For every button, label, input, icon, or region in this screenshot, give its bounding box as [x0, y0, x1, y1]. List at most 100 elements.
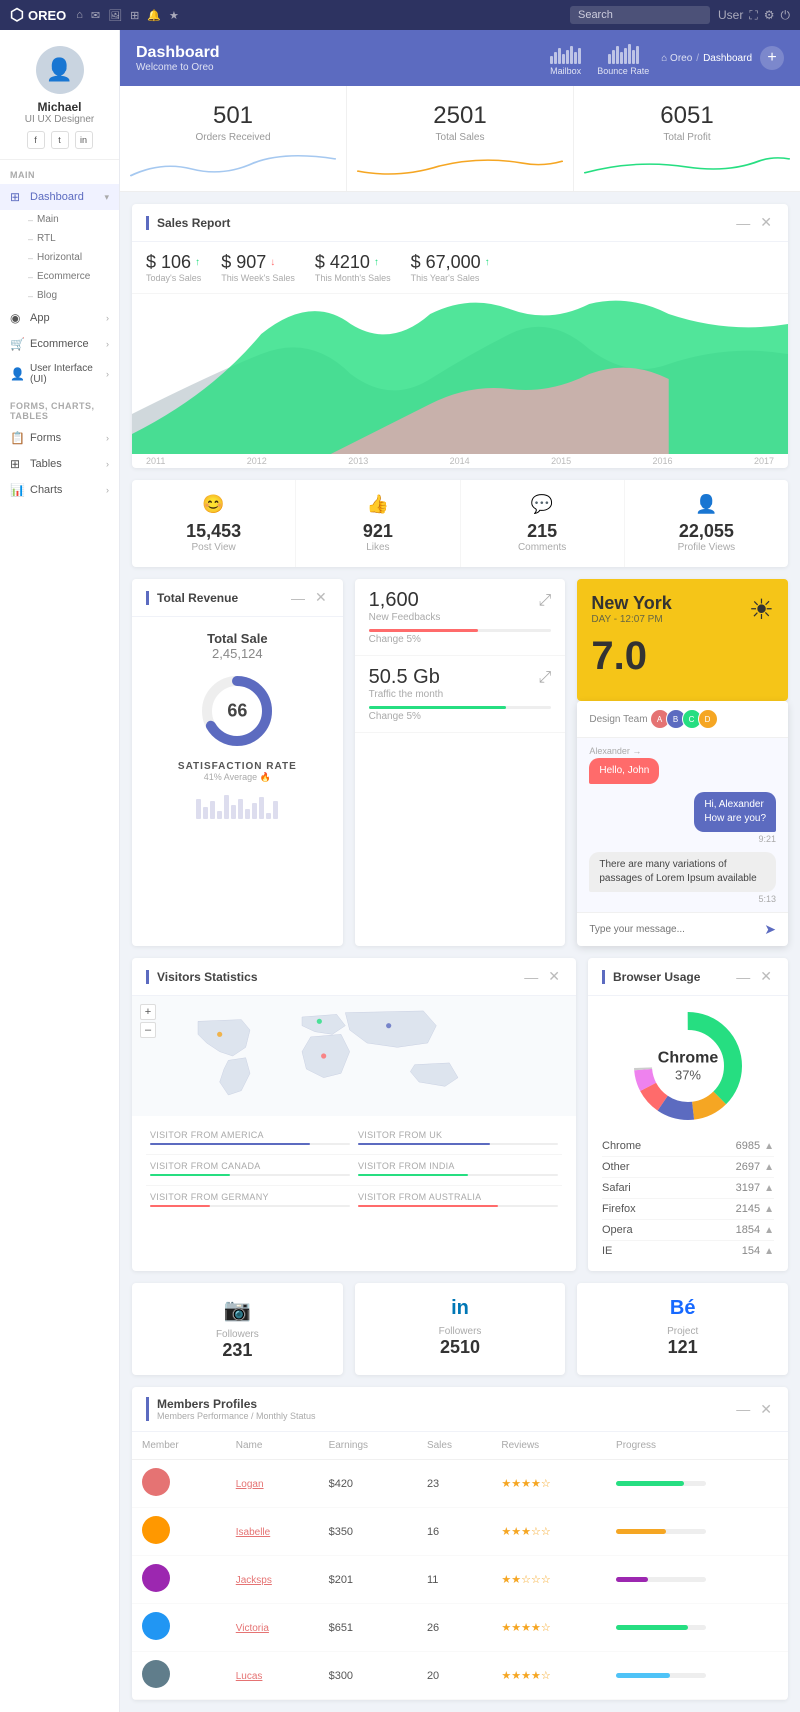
visitor-stat-america: VISITOR FROM AMERICA: [146, 1124, 354, 1155]
grid-icon[interactable]: ⊞: [130, 9, 139, 22]
header-subtitle: Welcome to Oreo: [136, 62, 550, 73]
chat-input[interactable]: [589, 924, 758, 935]
sidebar-item-app[interactable]: ◉ App ›: [0, 305, 119, 331]
table-row: Victoria $651 26 ★★★★☆: [132, 1604, 788, 1652]
facebook-icon[interactable]: f: [27, 131, 45, 149]
social-icon-3[interactable]: in: [75, 131, 93, 149]
members-subtitle: Members Performance / Monthly Status: [157, 1411, 734, 1421]
tables-icon: ⊞: [10, 457, 24, 471]
zoom-in-button[interactable]: +: [140, 1004, 156, 1020]
zoom-out-button[interactable]: –: [140, 1022, 156, 1038]
search-input[interactable]: [570, 6, 710, 24]
home-icon[interactable]: ⌂: [76, 9, 83, 21]
instagram-follow-card: 📷 Followers 231: [132, 1283, 343, 1375]
browser-close[interactable]: ✕: [758, 968, 774, 985]
sidebar-item-forms[interactable]: 📋 Forms ›: [0, 425, 119, 451]
orders-label: Orders Received: [130, 132, 336, 143]
sidebar-item-ui[interactable]: 👤 User Interface (UI) ›: [0, 357, 119, 391]
total-sale-amount: 2,45,124: [146, 646, 329, 661]
instagram-followers-label: Followers: [146, 1329, 329, 1340]
sidebar-subitem-ecommerce[interactable]: Ecommerce: [0, 267, 119, 286]
col-earnings: Earnings: [319, 1432, 417, 1460]
month-trend-icon: ↑: [374, 257, 379, 268]
behance-project-label: Project: [591, 1326, 774, 1337]
sidebar-item-charts[interactable]: 📊 Charts ›: [0, 477, 119, 503]
ecommerce-icon: 🛒: [10, 337, 24, 351]
header-stats: Mailbox Bounce Rate: [550, 40, 649, 76]
social-stat-likes: 👍 921 Likes: [296, 480, 460, 567]
mail-icon[interactable]: ✉: [91, 9, 100, 22]
close-button[interactable]: ✕: [758, 214, 774, 231]
power-icon[interactable]: ⏻: [781, 8, 791, 23]
breadcrumb: ⌂ Oreo / Dashboard: [661, 53, 752, 64]
browser-title: Browser Usage: [602, 970, 734, 984]
twitter-icon[interactable]: t: [51, 131, 69, 149]
members-minimize[interactable]: —: [734, 1401, 752, 1417]
expand-icon[interactable]: ⛶: [749, 8, 757, 23]
expand-icon-feedback2[interactable]: ⤢: [539, 669, 552, 687]
orders-sparkline: [130, 151, 336, 181]
forms-icon: 📋: [10, 431, 24, 445]
chat-team-label: Design Team: [589, 714, 647, 725]
sidebar-item-tables[interactable]: ⊞ Tables ›: [0, 451, 119, 477]
profile-role: UI UX Designer: [8, 114, 111, 125]
sales-metric-today: $ 106 ↑ Today's Sales: [146, 252, 201, 283]
browser-header: Browser Usage — ✕: [588, 958, 788, 996]
browser-minimize[interactable]: —: [734, 969, 752, 985]
chevron-right-icon5: ›: [106, 459, 109, 469]
chat-body: Alexander → Hello, John Hi, AlexanderHow…: [577, 738, 788, 912]
chat-send-button[interactable]: ➤: [764, 921, 776, 938]
page-title: Dashboard: [136, 44, 550, 62]
breadcrumb-current: Dashboard: [703, 53, 752, 64]
breadcrumb-home[interactable]: ⌂ Oreo: [661, 53, 692, 64]
visitor-stat-germany: VISITOR FROM GERMANY: [146, 1186, 354, 1216]
top-navigation: ⬡ OREO ⌂ ✉ 🖼 ⊞ 🔔 ★ User ⛶ ⚙ ⏻: [0, 0, 800, 30]
stat-card-orders: 501 Orders Received: [120, 86, 347, 191]
settings-icon[interactable]: ⚙: [764, 8, 775, 22]
image-icon[interactable]: 🖼: [108, 9, 122, 22]
expand-icon-feedback[interactable]: ⤢: [539, 592, 552, 610]
sidebar-item-dashboard[interactable]: ⊞ Dashboard ▾: [0, 184, 119, 210]
brand-logo: ⬡ OREO: [10, 5, 66, 25]
sidebar-subitem-main[interactable]: Main: [0, 210, 119, 229]
sales-report-widget: Sales Report — ✕ $ 106 ↑ Today's Sales: [132, 204, 788, 468]
main-section-label: MAIN: [0, 160, 119, 184]
star-icon[interactable]: ★: [169, 9, 179, 22]
revenue-body: Total Sale 2,45,124 66 SATISFACTION RATE…: [132, 617, 343, 833]
chat-msg-incoming2: There are many variations of passages of…: [589, 852, 776, 904]
col-name: Name: [226, 1432, 319, 1460]
member-reviews-cell: ★★★★☆: [491, 1460, 606, 1508]
sidebar-item-ecommerce[interactable]: 🛒 Ecommerce ›: [0, 331, 119, 357]
member-earnings-cell: $201: [319, 1556, 417, 1604]
right-icons: User ⛶ ⚙ ⏻: [718, 8, 790, 23]
bell-icon[interactable]: 🔔: [147, 9, 161, 22]
visitors-close[interactable]: ✕: [546, 968, 562, 985]
smile-icon: 😊: [140, 494, 287, 515]
add-button[interactable]: +: [760, 46, 784, 70]
member-name-cell: Jacksps: [226, 1556, 319, 1604]
mailbox-stat: Mailbox: [550, 40, 581, 76]
member-progress-cell: [606, 1460, 788, 1508]
chat-bubble-2: Hi, AlexanderHow are you?: [694, 792, 776, 832]
sidebar-subitem-blog[interactable]: Blog: [0, 286, 119, 305]
revenue-actions: — ✕: [289, 589, 329, 606]
browser-item-safari: Safari 3197 ▲: [602, 1178, 774, 1199]
visitors-minimize[interactable]: —: [522, 969, 540, 985]
revenue-minimize[interactable]: —: [289, 590, 307, 606]
members-close[interactable]: ✕: [758, 1401, 774, 1418]
browser-val-chrome: 6985: [710, 1140, 760, 1152]
sidebar-subitem-horizontal[interactable]: Horizontal: [0, 248, 119, 267]
mailbox-bars: [550, 40, 581, 64]
sales-report-title: Sales Report: [146, 216, 734, 230]
table-row: Jacksps $201 11 ★★☆☆☆: [132, 1556, 788, 1604]
revenue-close[interactable]: ✕: [313, 589, 329, 606]
chevron-down-icon: ▾: [104, 192, 109, 203]
member-reviews-cell: ★★☆☆☆: [491, 1556, 606, 1604]
browser-val-ie: 154: [710, 1245, 760, 1257]
member-progress-cell: [606, 1508, 788, 1556]
sidebar-subitem-rtl[interactable]: RTL: [0, 229, 119, 248]
minimize-button[interactable]: —: [734, 215, 752, 231]
member-earnings-cell: $300: [319, 1652, 417, 1700]
visitors-title: Visitors Statistics: [146, 970, 522, 984]
member-progress-cell: [606, 1652, 788, 1700]
